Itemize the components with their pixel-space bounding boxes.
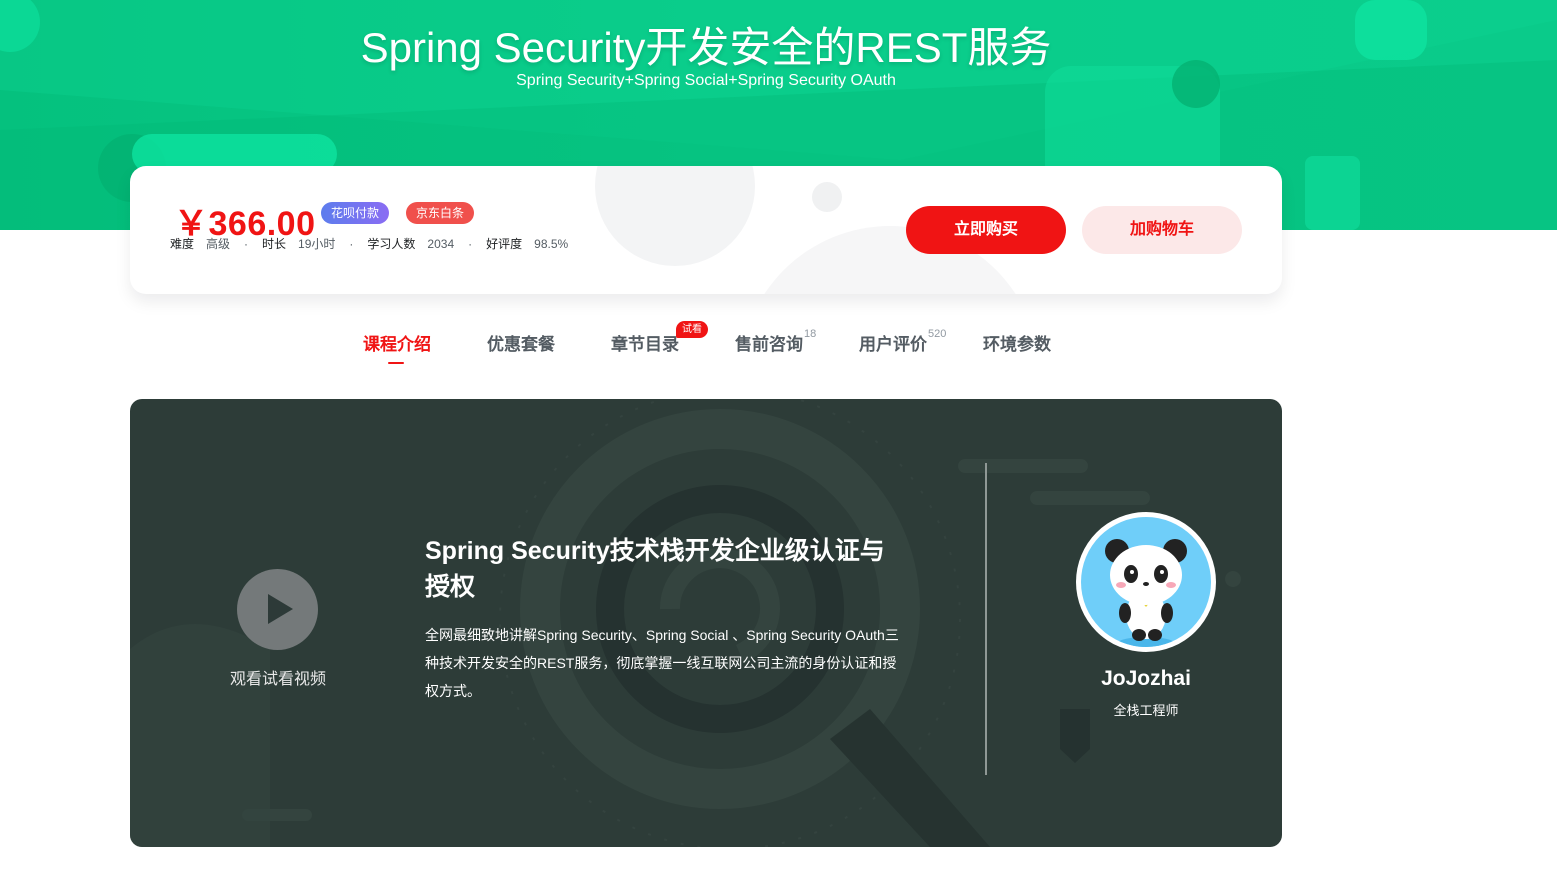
tab-presale-consult[interactable]: 售前咨询 18 — [735, 328, 816, 355]
tab-course-intro[interactable]: 课程介绍 — [363, 330, 431, 364]
tab-label: 环境参数 — [983, 335, 1051, 354]
meta-separator: · — [244, 236, 249, 251]
card-decoration — [595, 166, 755, 266]
course-description: 全网最细致地讲解Spring Security、Spring Social 、S… — [425, 627, 899, 699]
tab-label: 售前咨询 — [735, 335, 803, 354]
tab-label: 优惠套餐 — [487, 335, 555, 354]
active-tab-indicator — [388, 362, 404, 364]
panda-avatar-icon — [1081, 517, 1211, 647]
teacher-role: 全栈工程师 — [1113, 703, 1179, 718]
tab-discount-package[interactable]: 优惠套餐 — [487, 330, 555, 355]
course-meta: 难度 高级 · 时长 19小时 · 学习人数 2034 · 好评度 98.5% — [170, 235, 568, 252]
tab-environment[interactable]: 环境参数 — [983, 330, 1051, 355]
tab-label: 用户评价 — [859, 335, 927, 354]
meta-label: 好评度 — [486, 237, 523, 251]
meta-label: 时长 — [262, 237, 287, 251]
card-decoration — [812, 182, 842, 212]
play-video-label[interactable]: 观看试看视频 — [208, 665, 348, 689]
play-video-button[interactable] — [237, 569, 318, 650]
meta-label: 难度 — [170, 237, 195, 251]
meta-value: 2034 — [427, 236, 455, 251]
tab-chapters[interactable]: 章节目录 试看 — [611, 321, 708, 355]
tab-user-reviews[interactable]: 用户评价 520 — [859, 328, 946, 355]
course-title: Spring Security技术栈开发企业级认证与授权 — [425, 537, 885, 601]
purchase-card: ￥366.00 花呗付款 京东白条 难度 高级 · 时长 19小时 · 学习人数… — [130, 166, 1282, 294]
teacher-name[interactable]: JoJozhai — [1046, 667, 1246, 691]
huabei-badge: 花呗付款 — [321, 202, 390, 224]
course-title-banner: Spring Security开发安全的REST服务 — [360, 24, 1052, 71]
meta-value: 98.5% — [534, 236, 569, 251]
meta-value: 高级 — [206, 237, 231, 251]
trial-badge: 试看 — [676, 321, 708, 338]
jd-baitiao-badge: 京东白条 — [406, 202, 475, 224]
buy-now-button[interactable]: 立即购买 — [906, 206, 1066, 254]
course-intro-panel: 观看试看视频 Spring Security技术栈开发企业级认证与授权 全网最细… — [130, 399, 1282, 847]
teacher-avatar[interactable] — [1076, 512, 1216, 652]
meta-value: 19小时 — [298, 237, 336, 251]
tab-label: 章节目录 — [611, 335, 679, 354]
meta-separator: · — [349, 236, 354, 251]
meta-label: 学习人数 — [367, 237, 416, 251]
add-to-cart-button[interactable]: 加购物车 — [1082, 206, 1242, 254]
meta-separator: · — [468, 236, 473, 251]
intro-divider — [985, 463, 987, 775]
review-count: 520 — [928, 328, 947, 340]
consult-count: 18 — [804, 328, 817, 340]
tab-label: 课程介绍 — [363, 335, 431, 354]
course-subtitle-banner: Spring Security+Spring Social+Spring Sec… — [516, 72, 896, 89]
